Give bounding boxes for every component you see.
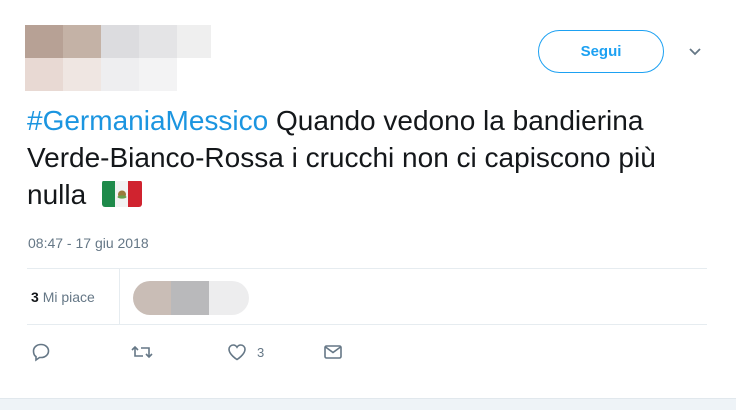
heart-icon [228,344,246,361]
likes-summary[interactable]: 3 Mi piace [31,289,95,305]
reply-icon [32,343,50,362]
retweet-icon [131,345,153,359]
mexico-flag-icon [101,180,142,208]
likes-count: 3 [31,289,39,305]
reply-button[interactable] [30,341,52,363]
tweet-text: #GermaniaMessico Quando vedono la bandie… [27,102,717,213]
likes-row: 3 Mi piace [27,269,707,324]
blurred-user-avatar-and-name[interactable] [25,25,211,91]
blurred-likers-avatars[interactable] [133,281,249,315]
chevron-down-icon[interactable] [686,46,704,58]
tweet-timestamp[interactable]: 08:47 - 17 giu 2018 [28,235,149,251]
like-count: 3 [257,344,265,360]
likes-separator [119,269,120,324]
follow-button[interactable]: Segui [538,30,664,73]
envelope-icon [324,345,342,359]
like-button[interactable]: 3 [226,341,264,363]
follow-button-label: Segui [580,43,622,60]
retweet-button[interactable] [130,341,154,363]
hashtag-link[interactable]: #GermaniaMessico [27,105,268,136]
likes-label: Mi piace [42,289,95,305]
divider-bottom [27,324,707,325]
timeline-bottom-band [0,398,736,410]
direct-message-button[interactable] [322,341,344,363]
